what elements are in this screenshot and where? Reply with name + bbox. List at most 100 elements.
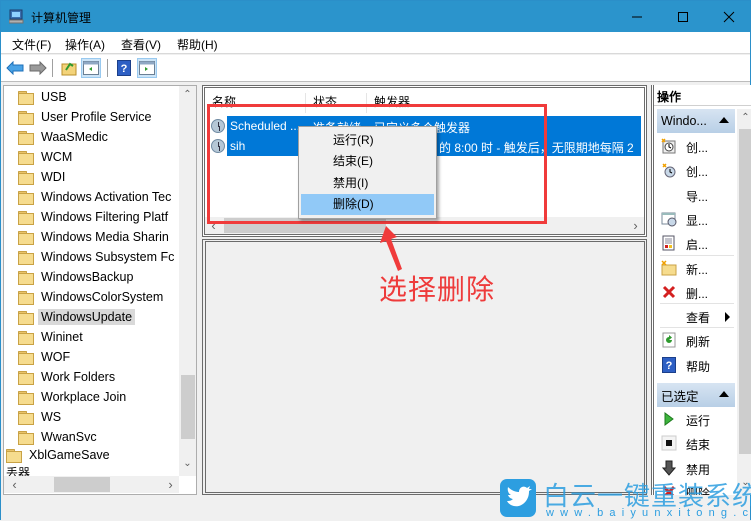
folder-icon (18, 90, 34, 105)
show-hide-tree-icon (83, 61, 99, 75)
tree-item[interactable]: Windows Filtering Platf (18, 207, 171, 227)
scroll-up-arrow-icon[interactable]: ⌃ (737, 112, 751, 123)
menu-view[interactable]: 查看(V) (121, 36, 161, 53)
scroll-up-arrow-icon[interactable]: ⌃ (179, 89, 196, 100)
tree-item[interactable]: Windows Activation Tec (18, 187, 174, 207)
action-item[interactable]: 刷新 (657, 328, 735, 352)
actions-group-library[interactable]: Windo... (657, 109, 735, 133)
tree-item[interactable]: WaaSMedic (18, 127, 111, 147)
folder-icon (18, 270, 34, 285)
console-tree: USB User Profile Service WaaSMedic WCM WDI Wi… (3, 85, 197, 495)
folder-icon (18, 310, 34, 325)
actions-vertical-scrollbar[interactable]: ⌃ ⌄ (737, 109, 751, 495)
tree-item-parent[interactable]: XblGameSave (6, 445, 113, 465)
action-item[interactable]: 新... (657, 256, 735, 280)
folder-icon (18, 290, 34, 305)
tree-item[interactable]: Work Folders (18, 367, 118, 387)
context-menu-end[interactable]: 结束(E) (301, 151, 434, 172)
tree-item[interactable]: User Profile Service (18, 107, 154, 127)
context-menu-delete[interactable]: 删除(D) (301, 194, 434, 215)
scrollbar-thumb[interactable] (181, 375, 195, 439)
context-menu-run[interactable]: 运行(R) (301, 130, 434, 151)
scroll-down-arrow-icon[interactable]: ⌄ (179, 458, 196, 469)
tree-item[interactable]: WDI (18, 167, 68, 187)
actions-group-title: Windo... (661, 114, 707, 128)
action-item[interactable]: ? 帮助 (657, 353, 735, 377)
tree-item[interactable]: Workplace Join (18, 387, 129, 407)
help-icon: ? (117, 60, 131, 76)
action-item[interactable]: 结束 (657, 431, 735, 455)
action-item[interactable]: 启... (657, 231, 735, 255)
menu-action[interactable]: 操作(A) (65, 36, 105, 53)
folder-icon (18, 190, 34, 205)
context-menu-disable[interactable]: 禁用(I) (301, 173, 434, 194)
back-button[interactable] (5, 58, 25, 78)
toolbar-separator (107, 59, 108, 77)
tree-item-label: WS (41, 410, 62, 424)
menu-file[interactable]: 文件(F) (12, 36, 51, 53)
submenu-arrow-icon (725, 312, 730, 323)
action-item-label: 删... (686, 286, 709, 301)
action-item[interactable]: 显... (657, 207, 735, 231)
bird-icon (507, 486, 532, 507)
action-item-label: 新... (686, 262, 709, 277)
scroll-left-arrow-icon[interactable]: ‹ (6, 477, 23, 492)
close-button[interactable] (706, 1, 751, 32)
up-one-level-button[interactable] (59, 58, 79, 78)
tree-item-label: Windows Filtering Platf (41, 210, 169, 224)
window-title: 计算机管理 (31, 11, 92, 25)
tree-item[interactable]: Windows Media Sharin (18, 227, 172, 247)
action-item[interactable]: 创... (657, 158, 735, 182)
actions-group-selected[interactable]: 已选定 (657, 383, 735, 407)
tree-item[interactable]: Windows Subsystem Fc (18, 247, 177, 267)
close-icon (723, 11, 735, 22)
tree-item[interactable]: WCM (18, 147, 75, 167)
tree-item-label: Windows Media Sharin (41, 230, 169, 244)
scrollbar-thumb[interactable] (739, 129, 751, 454)
stop-icon (661, 435, 677, 451)
forward-icon (29, 61, 47, 75)
scroll-right-arrow-icon[interactable]: › (627, 218, 644, 233)
scrollbar-thumb[interactable] (54, 477, 110, 492)
collapse-triangle-icon[interactable] (719, 117, 729, 123)
tree-item-label: Windows Subsystem Fc (41, 250, 175, 264)
folder-icon (18, 110, 34, 125)
action-item-label: 创... (686, 141, 709, 155)
action-item-label: 查看 (686, 311, 711, 326)
tree-item[interactable]: WindowsUpdate (18, 307, 136, 327)
action-item[interactable]: 运行 (657, 407, 735, 431)
actions-header: 操作 (657, 90, 682, 104)
tree-item[interactable]: WindowsColorSystem (18, 287, 166, 307)
actions-group-title: 已选定 (661, 389, 699, 404)
scroll-right-arrow-icon[interactable]: › (162, 477, 179, 492)
menu-help[interactable]: 帮助(H) (177, 36, 218, 53)
tree-horizontal-scrollbar[interactable]: ‹ › (4, 476, 179, 493)
show-hide-console-tree-button[interactable] (81, 58, 101, 78)
folder-icon (18, 250, 34, 265)
maximize-button[interactable] (660, 1, 706, 32)
tree-vertical-scrollbar[interactable]: ⌃ ⌄ (179, 86, 196, 476)
tree-item[interactable]: Wininet (18, 327, 86, 347)
folder-icon (18, 390, 34, 405)
show-hide-action-pane-button[interactable] (137, 58, 157, 78)
tree-item[interactable]: USB (18, 87, 70, 107)
minimize-button[interactable] (614, 1, 660, 32)
display-running-tasks-icon (661, 211, 677, 227)
tree-item-label: WDI (41, 170, 66, 184)
folder-icon (18, 210, 34, 225)
annotation-text: 选择删除 (379, 273, 496, 306)
folder-icon (18, 130, 34, 145)
collapse-triangle-icon[interactable] (719, 391, 729, 397)
action-item[interactable]: 删... (657, 280, 735, 304)
action-item[interactable]: 导... (657, 183, 735, 207)
tree-item[interactable]: WindowsBackup (18, 267, 136, 287)
tree-item[interactable]: WwanSvc (18, 427, 100, 447)
tree-item[interactable]: WOF (18, 347, 73, 367)
action-item[interactable]: 创... (657, 134, 735, 158)
help-button[interactable]: ? (114, 58, 134, 78)
forward-button[interactable] (28, 58, 48, 78)
action-item[interactable]: 查看 (657, 304, 735, 328)
actions-pane: 操作 Windo... 创... 创... 导... 显... 启... 新... 删...… (651, 85, 751, 495)
tree-item[interactable]: WS (18, 407, 64, 427)
tree-item-label: WOF (41, 350, 71, 364)
